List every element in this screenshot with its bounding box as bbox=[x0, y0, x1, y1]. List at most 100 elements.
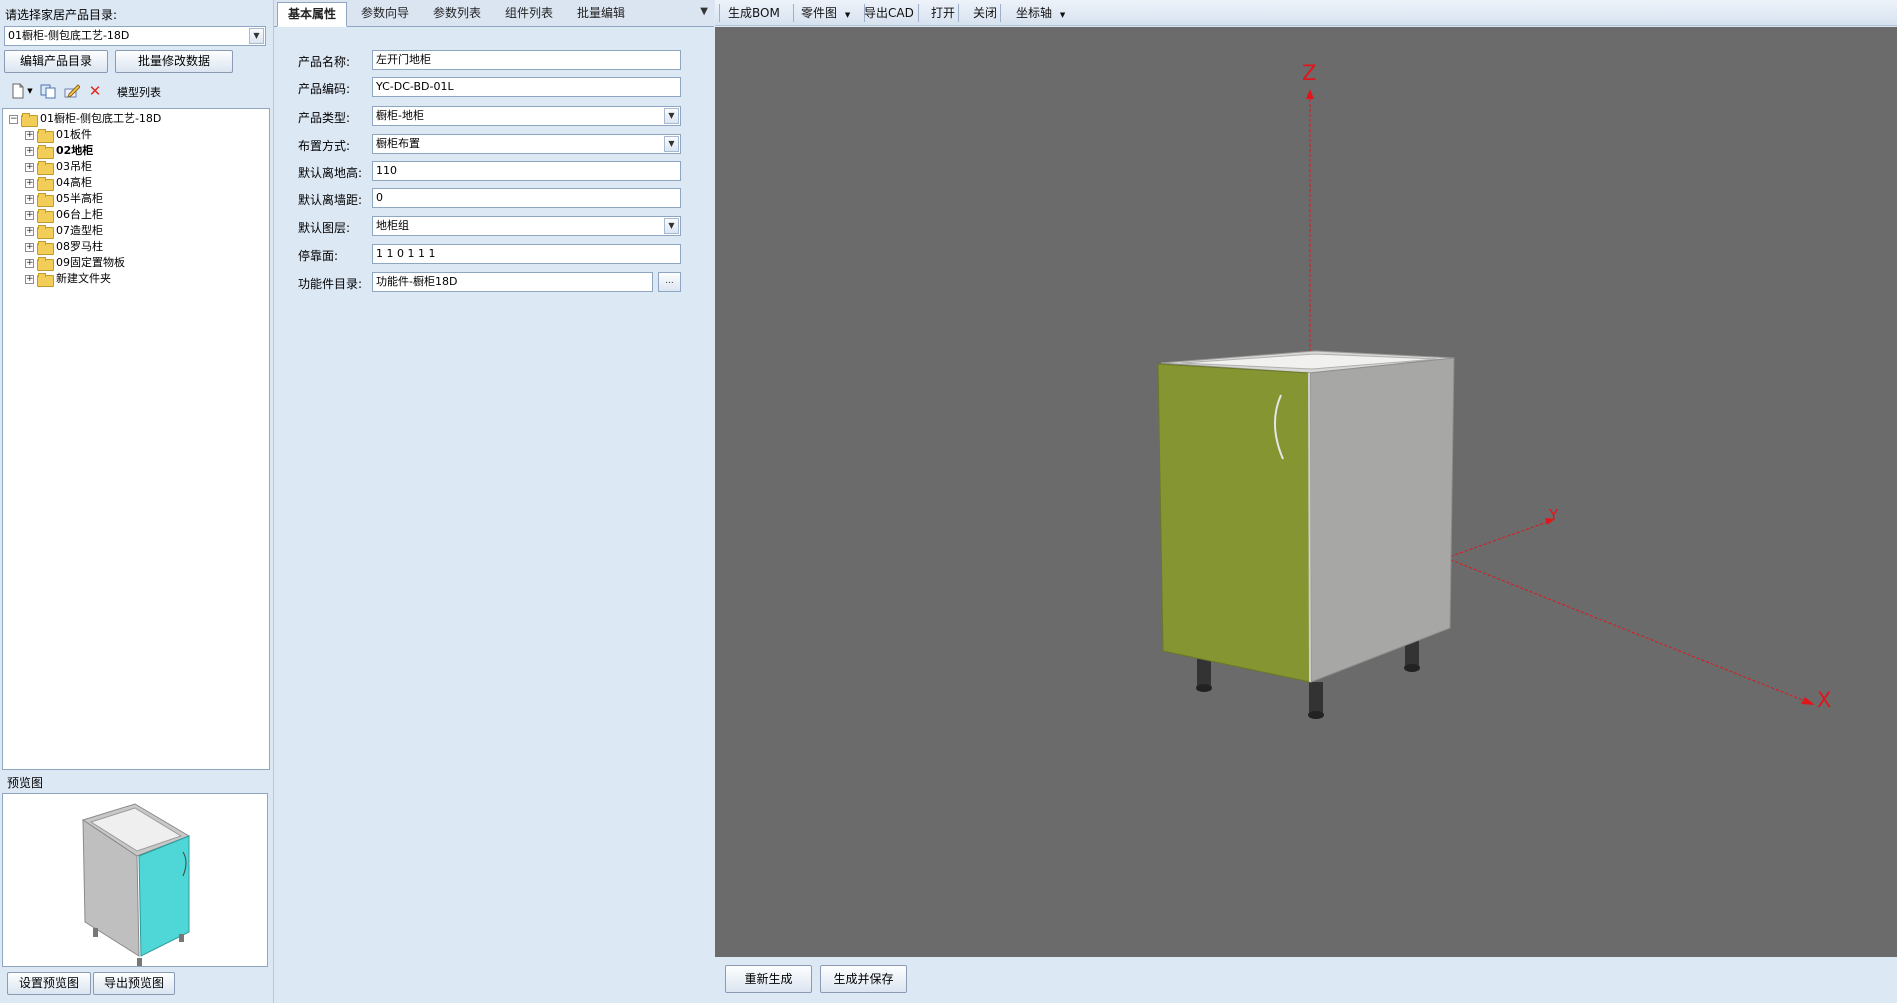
tree-item[interactable]: +06台上柜 bbox=[25, 207, 103, 223]
tab-batch-edit[interactable]: 批量编辑 bbox=[566, 2, 636, 27]
layout-label: 布置方式: bbox=[298, 139, 351, 153]
chevron-down-icon[interactable]: ▼ bbox=[664, 108, 679, 124]
dock-face-field[interactable]: 1 1 0 1 1 1 bbox=[372, 244, 681, 264]
tree-item-label: 09固定置物板 bbox=[56, 256, 125, 269]
folder-icon bbox=[37, 129, 54, 143]
viewport-panel: 生成BOM 零件图 ▼ 导出CAD 打开 关闭 坐标轴 ▼ Z Y X 重新生成… bbox=[715, 0, 1897, 1003]
viewport-bottom-bar: 重新生成 生成并保存 bbox=[715, 957, 1897, 1003]
open-button[interactable]: 打开 bbox=[931, 4, 955, 22]
dock-face-label: 停靠面: bbox=[298, 249, 339, 263]
tree-item[interactable]: +05半高柜 bbox=[25, 191, 103, 207]
export-preview-button[interactable]: 导出预览图 bbox=[93, 972, 175, 995]
tree-item-label: 新建文件夹 bbox=[56, 272, 111, 285]
chevron-down-icon: ▼ bbox=[1059, 11, 1066, 19]
expand-icon[interactable]: + bbox=[25, 274, 34, 284]
axis-button[interactable]: 坐标轴 ▼ bbox=[1016, 4, 1065, 22]
chevron-down-icon: ▼ bbox=[844, 11, 851, 19]
y-axis-line bbox=[1445, 520, 1551, 559]
chevron-down-icon[interactable]: ▼ bbox=[664, 136, 679, 152]
cabinet-side-panel bbox=[1309, 357, 1455, 683]
part-drawing-button[interactable]: 零件图 ▼ bbox=[801, 4, 850, 22]
expand-icon[interactable]: + bbox=[25, 130, 34, 140]
expand-icon[interactable]: + bbox=[25, 210, 34, 220]
expand-icon[interactable]: + bbox=[25, 226, 34, 236]
cabinet-door bbox=[1157, 363, 1311, 683]
chevron-down-icon[interactable]: ▼ bbox=[664, 218, 679, 234]
tree-item[interactable]: +02地柜 bbox=[25, 143, 93, 159]
tree-item[interactable]: +01板件 bbox=[25, 127, 92, 143]
collapse-icon[interactable]: − bbox=[9, 114, 18, 124]
set-preview-button[interactable]: 设置预览图 bbox=[7, 972, 91, 995]
folder-icon bbox=[37, 225, 54, 239]
folder-icon bbox=[37, 209, 54, 223]
batch-modify-button[interactable]: 批量修改数据 bbox=[115, 50, 233, 73]
close-button[interactable]: 关闭 bbox=[973, 4, 997, 22]
name-field[interactable]: 左开门地柜 bbox=[372, 50, 681, 70]
generate-bom-button[interactable]: 生成BOM bbox=[728, 4, 780, 22]
floor-height-label: 默认离地高: bbox=[298, 166, 363, 180]
expand-icon[interactable]: + bbox=[25, 162, 34, 172]
code-label: 产品编码: bbox=[298, 82, 351, 96]
product-tree[interactable]: −01橱柜-侧包底工艺-18D +01板件 +02地柜 +03吊柜 +04高柜 +05半… bbox=[2, 108, 270, 770]
expand-icon[interactable]: + bbox=[25, 242, 34, 252]
catalog-select[interactable]: 01橱柜-侧包底工艺-18D ▼ bbox=[4, 26, 266, 46]
type-label: 产品类型: bbox=[298, 111, 351, 125]
browse-button[interactable]: ... bbox=[658, 272, 681, 292]
tree-item[interactable]: + 新建文件夹 bbox=[25, 271, 111, 287]
properties-panel: 基本属性 参数向导 参数列表 组件列表 批量编辑 ▼ 产品名称: 左开门地柜 产… bbox=[273, 0, 714, 1003]
name-label: 产品名称: bbox=[298, 55, 351, 69]
tree-root[interactable]: − 01橱柜-侧包底工艺-18D bbox=[9, 111, 161, 127]
folder-icon bbox=[37, 273, 54, 287]
layer-select-value: 地柜组 bbox=[376, 219, 409, 232]
folder-icon bbox=[37, 161, 54, 175]
new-dropdown-icon[interactable]: ▼ bbox=[26, 83, 34, 99]
copy-icon[interactable] bbox=[40, 83, 56, 99]
tree-item-label: 07造型柜 bbox=[56, 224, 103, 237]
chevron-down-icon[interactable]: ▼ bbox=[249, 28, 264, 44]
layer-select[interactable]: 地柜组 ▼ bbox=[372, 216, 681, 236]
cabinet-model[interactable] bbox=[1157, 350, 1455, 719]
edit-icon[interactable] bbox=[64, 83, 81, 99]
tree-item[interactable]: +03吊柜 bbox=[25, 159, 92, 175]
cabinet-leg-foot bbox=[1404, 664, 1420, 672]
x-axis-line bbox=[1445, 557, 1806, 702]
x-axis-arrow bbox=[1801, 697, 1815, 705]
function-dir-field[interactable]: 功能件-橱柜18D bbox=[372, 272, 653, 292]
tree-item[interactable]: +07造型柜 bbox=[25, 223, 103, 239]
tree-item-label: 04高柜 bbox=[56, 176, 92, 189]
export-cad-button[interactable]: 导出CAD bbox=[864, 4, 914, 22]
toolbar-separator bbox=[1000, 4, 1001, 22]
tabs-overflow-icon[interactable]: ▼ bbox=[700, 6, 708, 17]
tab-basic-properties[interactable]: 基本属性 bbox=[277, 2, 347, 27]
3d-viewport[interactable]: Z Y X bbox=[715, 27, 1897, 957]
model-list-label: 模型列表 bbox=[117, 86, 161, 99]
layout-select[interactable]: 橱柜布置 ▼ bbox=[372, 134, 681, 154]
tree-item[interactable]: +09固定置物板 bbox=[25, 255, 125, 271]
generate-and-save-button[interactable]: 生成并保存 bbox=[820, 965, 907, 993]
code-field[interactable]: YC-DC-BD-01L bbox=[372, 77, 681, 97]
delete-icon[interactable]: ✕ bbox=[87, 83, 103, 99]
expand-icon[interactable]: + bbox=[25, 178, 34, 188]
left-panel: 请选择家居产品目录: 01橱柜-侧包底工艺-18D ▼ 编辑产品目录 批量修改数… bbox=[0, 0, 271, 1003]
floor-height-field[interactable]: 110 bbox=[372, 161, 681, 181]
wall-distance-field[interactable]: 0 bbox=[372, 188, 681, 208]
y-axis-label: Y bbox=[1548, 506, 1559, 524]
layer-label: 默认图层: bbox=[298, 221, 351, 235]
new-file-icon[interactable] bbox=[10, 83, 26, 99]
regenerate-button[interactable]: 重新生成 bbox=[725, 965, 812, 993]
expand-icon[interactable]: + bbox=[25, 146, 34, 156]
tab-parameter-list[interactable]: 参数列表 bbox=[422, 2, 492, 27]
tab-component-list[interactable]: 组件列表 bbox=[494, 2, 564, 27]
tree-item[interactable]: +04高柜 bbox=[25, 175, 92, 191]
cabinet-leg-foot bbox=[1196, 684, 1212, 692]
expand-icon[interactable]: + bbox=[25, 258, 34, 268]
edit-catalog-button[interactable]: 编辑产品目录 bbox=[4, 50, 108, 73]
tab-parameter-wizard[interactable]: 参数向导 bbox=[350, 2, 420, 27]
function-dir-label: 功能件目录: bbox=[298, 277, 363, 291]
tree-item-label: 02地柜 bbox=[56, 144, 94, 157]
type-select[interactable]: 橱柜-地柜 ▼ bbox=[372, 106, 681, 126]
toolbar-separator bbox=[719, 4, 720, 22]
expand-icon[interactable]: + bbox=[25, 194, 34, 204]
3d-scene[interactable]: Z Y X bbox=[715, 27, 1897, 957]
tree-item[interactable]: +08罗马柱 bbox=[25, 239, 103, 255]
